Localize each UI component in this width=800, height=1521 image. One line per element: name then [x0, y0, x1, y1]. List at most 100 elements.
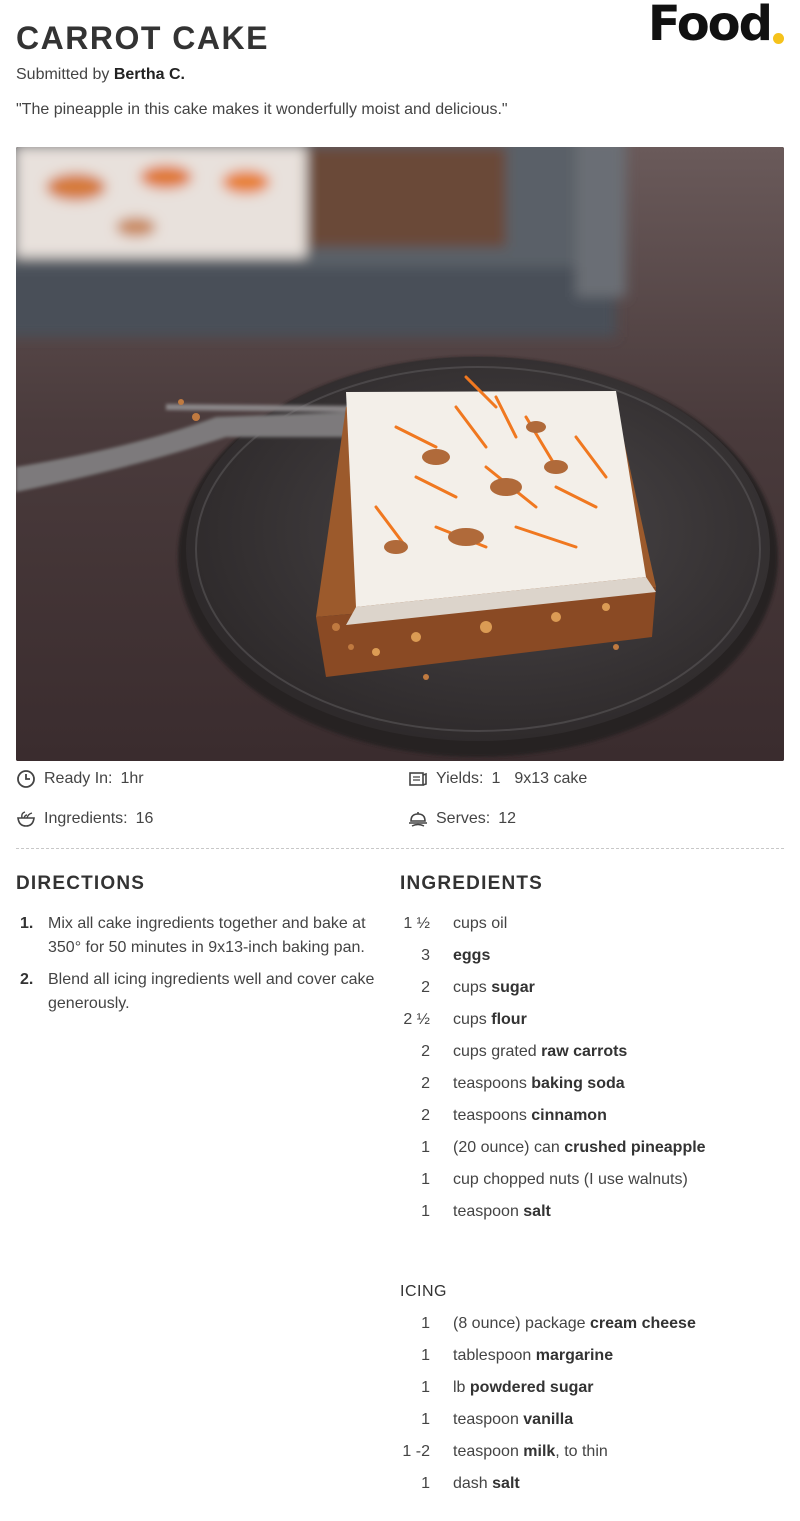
- ingredient-link[interactable]: salt: [523, 1203, 551, 1220]
- ingredient-quantity: 1: [421, 1171, 430, 1188]
- yields: Yields: 1 9x13 cake: [408, 767, 587, 791]
- ingredient-item: 1 (20 ounce) can crushed pineapple: [400, 1132, 784, 1164]
- ingredient-link[interactable]: milk: [523, 1443, 555, 1460]
- ingredient-item: 2 ½ cups flour: [400, 1004, 784, 1036]
- ingredient-quantity: 3: [421, 947, 430, 964]
- ingredient-quantity: 2: [421, 1075, 430, 1092]
- recipe-photo: [16, 147, 784, 761]
- cake-ingredients-list: 1 ½ cups oil 3 eggs 2 cups sugar 2 ½ cups flour…: [400, 908, 784, 1228]
- ingredient-quantity: 2 ½: [403, 1011, 430, 1028]
- ingredient-link[interactable]: crushed pineapple: [564, 1139, 705, 1156]
- recipe-description: "The pineapple in this cake makes it won…: [16, 101, 508, 118]
- serves-label: Serves:: [436, 810, 491, 827]
- direction-step: 1. Mix all cake ingredients together and…: [16, 912, 388, 960]
- ingredient-quantity: 1: [421, 1379, 430, 1396]
- ingredient-link[interactable]: cinnamon: [531, 1107, 607, 1124]
- ingredient-item: 1 (8 ounce) package cream cheese: [400, 1308, 784, 1340]
- ingredient-desc: dash: [453, 1475, 493, 1492]
- ingredient-link[interactable]: cream cheese: [590, 1315, 696, 1332]
- ingredient-text: teaspoon vanilla: [453, 1404, 573, 1436]
- ready-in-value: 1hr: [120, 770, 144, 787]
- direction-step: 2. Blend all icing ingredients well and …: [16, 968, 388, 1016]
- ingredient-text: eggs: [453, 940, 490, 972]
- icing-heading: ICING: [400, 1283, 447, 1300]
- ingredient-link[interactable]: flour: [491, 1011, 527, 1028]
- ingredient-desc: teaspoons: [453, 1075, 532, 1092]
- step-text: Mix all cake ingredients together and ba…: [48, 915, 366, 956]
- ingredient-text: (20 ounce) can crushed pineapple: [453, 1132, 706, 1164]
- submitted-prefix: Submitted by: [16, 66, 110, 83]
- ingredient-text: cups grated raw carrots: [453, 1036, 627, 1068]
- ingredient-desc: teaspoon: [453, 1411, 524, 1428]
- author-link[interactable]: Bertha C.: [114, 66, 185, 83]
- ingredient-desc: (20 ounce) can: [453, 1139, 565, 1156]
- ingredient-desc: lb: [453, 1379, 470, 1396]
- ingredient-quantity: 2: [421, 1107, 430, 1124]
- serving-cloche-icon: [408, 809, 428, 829]
- ingredient-item: 1 cup chopped nuts (I use walnuts): [400, 1164, 784, 1196]
- ingredient-desc: tablespoon: [453, 1347, 536, 1364]
- logo-dot-icon: [773, 33, 784, 44]
- ingredient-item: 1 teaspoon salt: [400, 1196, 784, 1228]
- ingredient-link[interactable]: salt: [492, 1475, 520, 1492]
- ingredient-desc: (8 ounce) package: [453, 1315, 590, 1332]
- ingredient-item: 2 cups grated raw carrots: [400, 1036, 784, 1068]
- ingredient-quantity: 2: [421, 1043, 430, 1060]
- ingredient-text: teaspoons cinnamon: [453, 1100, 607, 1132]
- recipe-header: CARROT CAKE Food Submitted by Bertha C. …: [16, 0, 784, 130]
- ingredient-quantity: 1: [421, 1475, 430, 1492]
- ingredient-desc: cups: [453, 979, 492, 996]
- ingredient-item: 2 cups sugar: [400, 972, 784, 1004]
- directions-list: 1. Mix all cake ingredients together and…: [16, 912, 388, 1024]
- ingredient-text: lb powdered sugar: [453, 1372, 593, 1404]
- ingredient-desc: cups grated: [453, 1043, 542, 1060]
- food-logo[interactable]: Food: [648, 0, 784, 48]
- ingredient-quantity: 2: [421, 979, 430, 996]
- ingredient-item: 3 eggs: [400, 940, 784, 972]
- step-number: 1.: [20, 915, 34, 932]
- ingredient-text: tablespoon margarine: [453, 1340, 613, 1372]
- ingredient-item: 2 teaspoons cinnamon: [400, 1100, 784, 1132]
- section-divider: [16, 848, 784, 849]
- ingredient-desc: teaspoon: [453, 1443, 524, 1460]
- ingredient-quantity: 1: [421, 1315, 430, 1332]
- ingredient-text: (8 ounce) package cream cheese: [453, 1308, 696, 1340]
- directions-heading: DIRECTIONS: [16, 873, 146, 894]
- serves-value: 12: [498, 810, 517, 827]
- submitted-by: Submitted by Bertha C.: [16, 65, 185, 85]
- ingredient-desc: cups oil: [453, 915, 508, 932]
- ingredient-link[interactable]: raw carrots: [541, 1043, 627, 1060]
- ingredients-heading: INGREDIENTS: [400, 873, 544, 894]
- ingredient-quantity: 1 -2: [402, 1443, 430, 1460]
- ingredient-text: dash salt: [453, 1468, 520, 1500]
- ingredient-quantity: 1: [421, 1347, 430, 1364]
- ingredient-link[interactable]: margarine: [536, 1347, 613, 1364]
- yields-value: 1: [491, 770, 501, 787]
- logo-wordmark: Food: [647, 0, 773, 52]
- ready-in: Ready In: 1hr: [16, 767, 144, 791]
- ingredient-text: cups sugar: [453, 972, 535, 1004]
- ingredient-text: cups flour: [453, 1004, 527, 1036]
- carrot-cake-photo-icon: [16, 147, 784, 761]
- ingredient-desc: cup chopped nuts (I use walnuts): [453, 1171, 688, 1188]
- ready-in-label: Ready In:: [44, 770, 113, 787]
- ingredient-link[interactable]: vanilla: [523, 1411, 573, 1428]
- ingredient-text: cup chopped nuts (I use walnuts): [453, 1164, 688, 1196]
- ingredients-label: Ingredients:: [44, 810, 128, 827]
- ingredient-link[interactable]: baking soda: [531, 1075, 624, 1092]
- ingredient-note: , to thin: [555, 1443, 608, 1460]
- step-number: 2.: [20, 971, 34, 988]
- ingredient-link[interactable]: powdered sugar: [470, 1379, 594, 1396]
- yields-unit: 9x13 cake: [514, 770, 588, 787]
- ingredient-item: 1 -2 teaspoon milk, to thin: [400, 1436, 784, 1468]
- ingredient-text: teaspoon milk, to thin: [453, 1436, 608, 1468]
- step-text: Blend all icing ingredients well and cov…: [48, 971, 375, 1012]
- ingredient-quantity: 1: [421, 1203, 430, 1220]
- ingredient-text: cups oil: [453, 908, 507, 940]
- ingredient-link[interactable]: sugar: [491, 979, 535, 996]
- ingredient-desc: teaspoons: [453, 1107, 532, 1124]
- clock-icon: [16, 769, 36, 789]
- cake-pan-icon: [408, 769, 428, 789]
- ingredient-link[interactable]: eggs: [453, 947, 490, 964]
- ingredient-item: 2 teaspoons baking soda: [400, 1068, 784, 1100]
